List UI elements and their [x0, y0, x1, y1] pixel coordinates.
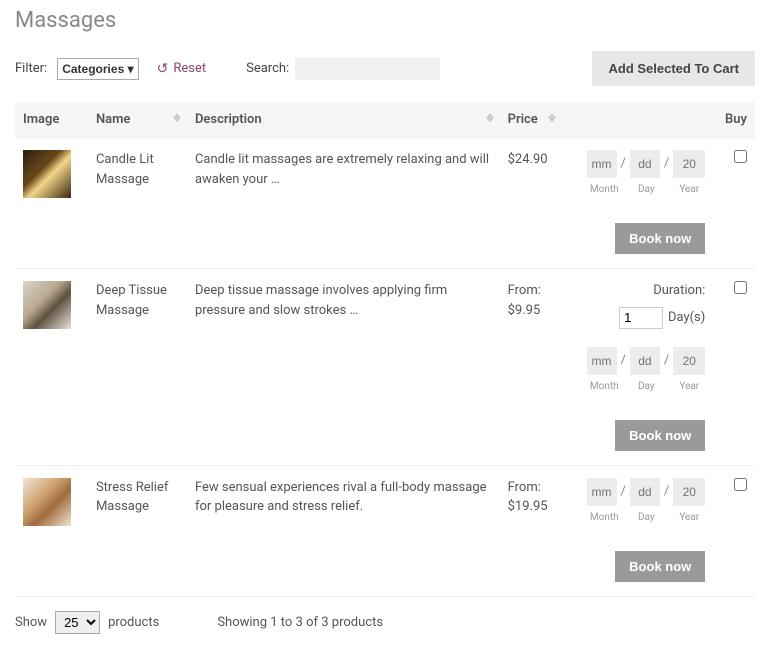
year-input[interactable] [673, 478, 705, 506]
price-value: $19.95 [508, 499, 548, 514]
products-table: Image Name Description Price Buy Candle … [15, 102, 755, 597]
year-input[interactable] [673, 150, 705, 178]
show-label: Show [15, 615, 47, 630]
year-input[interactable] [673, 347, 705, 375]
chevron-down-icon: ▾ [128, 62, 134, 76]
day-input[interactable] [630, 347, 660, 375]
product-price: From: $9.95 [500, 269, 563, 466]
date-separator: / [621, 351, 626, 371]
date-separator: / [621, 154, 626, 174]
month-label: Month [589, 182, 619, 197]
header-action [562, 102, 713, 138]
price-from-label: From: [508, 283, 541, 298]
table-row: Deep Tissue Massage Deep tissue massage … [15, 269, 755, 466]
month-input[interactable] [587, 150, 617, 178]
header-price[interactable]: Price [500, 102, 563, 138]
date-picker: / / [587, 347, 706, 375]
header-image: Image [15, 102, 88, 138]
product-name[interactable]: Stress Relief Massage [88, 465, 187, 596]
product-name[interactable]: Deep Tissue Massage [88, 269, 187, 466]
month-input[interactable] [587, 478, 617, 506]
filter-label: Filter: [15, 61, 47, 76]
price-value: $9.95 [508, 303, 541, 318]
undo-icon: ↺ [157, 61, 169, 77]
year-label: Year [673, 510, 705, 525]
categories-label: Categories [62, 62, 124, 76]
year-label: Year [673, 182, 705, 197]
header-buy: Buy [713, 102, 755, 138]
product-description: Few sensual experiences rival a full-bod… [187, 465, 500, 596]
date-separator: / [664, 482, 669, 502]
search-input[interactable] [295, 58, 440, 80]
date-picker: / / [587, 478, 706, 506]
buy-checkbox[interactable] [734, 150, 747, 163]
day-label: Day [631, 510, 661, 525]
product-name[interactable]: Candle Lit Massage [88, 138, 187, 269]
buy-checkbox[interactable] [734, 281, 747, 294]
toolbar: Filter: Categories ▾ ↺ Reset Search: Add… [15, 51, 755, 86]
categories-dropdown[interactable]: Categories ▾ [57, 58, 138, 80]
add-selected-to-cart-button[interactable]: Add Selected To Cart [592, 51, 755, 86]
day-label: Day [631, 182, 661, 197]
reset-label: Reset [173, 61, 206, 76]
products-label: products [108, 615, 159, 630]
duration-input[interactable] [619, 307, 663, 329]
product-price: $24.90 [500, 138, 563, 269]
price-from-label: From: [508, 480, 541, 495]
book-now-button[interactable]: Book now [615, 223, 705, 254]
reset-link[interactable]: ↺ Reset [157, 61, 207, 77]
product-image[interactable] [23, 150, 71, 198]
month-input[interactable] [587, 347, 617, 375]
product-image[interactable] [23, 281, 71, 329]
date-labels: Month Day Year [570, 379, 705, 394]
table-footer: Show 25 products Showing 1 to 3 of 3 pro… [15, 611, 755, 634]
day-input[interactable] [630, 478, 660, 506]
page-title: Massages [15, 8, 755, 33]
date-labels: Month Day Year [570, 182, 705, 197]
page-size-select[interactable]: 25 [55, 611, 100, 634]
date-separator: / [664, 154, 669, 174]
duration-label: Duration: [570, 281, 705, 301]
month-label: Month [589, 379, 619, 394]
product-price: From: $19.95 [500, 465, 563, 596]
book-now-button[interactable]: Book now [615, 551, 705, 582]
date-separator: / [621, 482, 626, 502]
table-row: Stress Relief Massage Few sensual experi… [15, 465, 755, 596]
product-image[interactable] [23, 478, 71, 526]
date-labels: Month Day Year [570, 510, 705, 525]
month-label: Month [589, 510, 619, 525]
header-name[interactable]: Name [88, 102, 187, 138]
product-description: Deep tissue massage involves applying fi… [187, 269, 500, 466]
date-separator: / [664, 351, 669, 371]
search-label: Search: [246, 61, 289, 76]
year-label: Year [673, 379, 705, 394]
day-label: Day [631, 379, 661, 394]
book-now-button[interactable]: Book now [615, 420, 705, 451]
showing-text: Showing 1 to 3 of 3 products [217, 615, 383, 630]
buy-checkbox[interactable] [734, 478, 747, 491]
header-description[interactable]: Description [187, 102, 500, 138]
table-row: Candle Lit Massage Candle lit massages a… [15, 138, 755, 269]
day-input[interactable] [630, 150, 660, 178]
duration-unit: Day(s) [668, 308, 705, 328]
product-description: Candle lit massages are extremely relaxi… [187, 138, 500, 269]
date-picker: / / [587, 150, 706, 178]
